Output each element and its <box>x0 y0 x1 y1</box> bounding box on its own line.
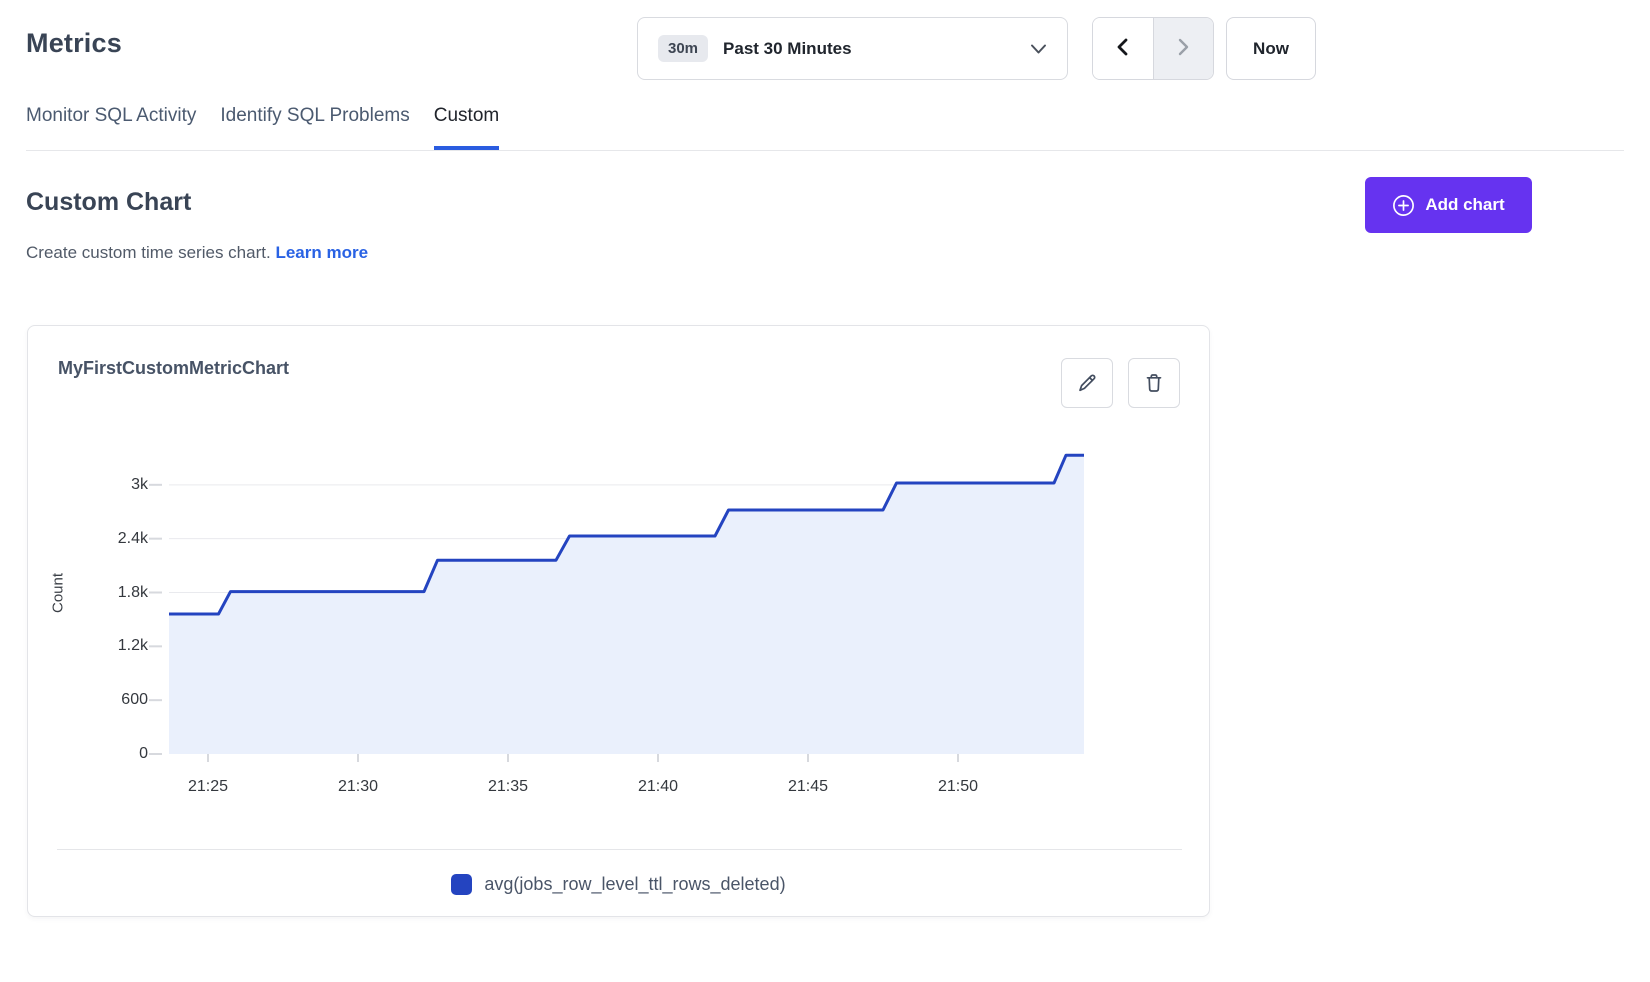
x-tick-label: 21:25 <box>168 777 248 797</box>
chart-title: MyFirstCustomMetricChart <box>58 358 289 379</box>
learn-more-link[interactable]: Learn more <box>275 243 368 262</box>
section-description: Create custom time series chart. Learn m… <box>26 243 368 263</box>
chevron-right-icon <box>1176 37 1191 60</box>
x-tick-label: 21:50 <box>918 777 998 797</box>
x-tick-label: 21:35 <box>468 777 548 797</box>
legend-divider <box>57 849 1182 850</box>
tab-bar: Monitor SQL Activity Identify SQL Proble… <box>26 103 499 150</box>
time-nav-group <box>1092 17 1214 80</box>
x-tick-label: 21:45 <box>768 777 848 797</box>
trash-icon <box>1142 371 1166 395</box>
y-tick-label: 1.8k <box>28 583 148 603</box>
time-range-dropdown[interactable]: 30m Past 30 Minutes <box>637 17 1068 80</box>
tab-custom[interactable]: Custom <box>434 103 499 150</box>
legend-series-label: avg(jobs_row_level_ttl_rows_deleted) <box>484 874 785 895</box>
custom-chart-card: MyFirstCustomMetricChart Count 06001.2k1… <box>27 325 1210 917</box>
next-time-button[interactable] <box>1153 18 1214 79</box>
chevron-left-icon <box>1115 37 1130 60</box>
x-tick-label: 21:30 <box>318 777 398 797</box>
series-area <box>169 455 1084 754</box>
y-tick-label: 0 <box>28 744 148 764</box>
y-tick-label: 1.2k <box>28 636 148 656</box>
tab-bar-separator <box>26 150 1624 151</box>
y-tick-label: 2.4k <box>28 529 148 549</box>
chart-legend: avg(jobs_row_level_ttl_rows_deleted) <box>28 874 1209 895</box>
add-chart-button[interactable]: Add chart <box>1365 177 1532 233</box>
pencil-icon <box>1075 371 1099 395</box>
plot-svg <box>169 431 1084 754</box>
x-axis-labels: 21:25 21:30 21:35 21:40 21:45 21:50 <box>169 777 1084 799</box>
x-tick-label: 21:40 <box>618 777 698 797</box>
plus-circle-icon <box>1392 194 1415 217</box>
chevron-down-icon <box>1030 43 1047 55</box>
section-heading: Custom Chart <box>26 188 191 217</box>
add-chart-button-label: Add chart <box>1425 195 1504 215</box>
section-description-text: Create custom time series chart. <box>26 243 271 262</box>
time-range-badge: 30m <box>658 35 708 62</box>
series-color-swatch <box>451 874 472 895</box>
time-range-label: Past 30 Minutes <box>723 39 852 59</box>
tab-identify-sql-problems[interactable]: Identify SQL Problems <box>220 103 409 150</box>
previous-time-button[interactable] <box>1093 18 1153 79</box>
y-tick-label: 3k <box>28 475 148 495</box>
page-title: Metrics <box>26 28 122 59</box>
edit-chart-button[interactable] <box>1061 358 1113 408</box>
y-axis-labels: 06001.2k1.8k2.4k3k <box>28 431 148 754</box>
y-tick-label: 600 <box>28 690 148 710</box>
now-button[interactable]: Now <box>1226 17 1316 80</box>
tab-monitor-sql-activity[interactable]: Monitor SQL Activity <box>26 103 196 150</box>
delete-chart-button[interactable] <box>1128 358 1180 408</box>
